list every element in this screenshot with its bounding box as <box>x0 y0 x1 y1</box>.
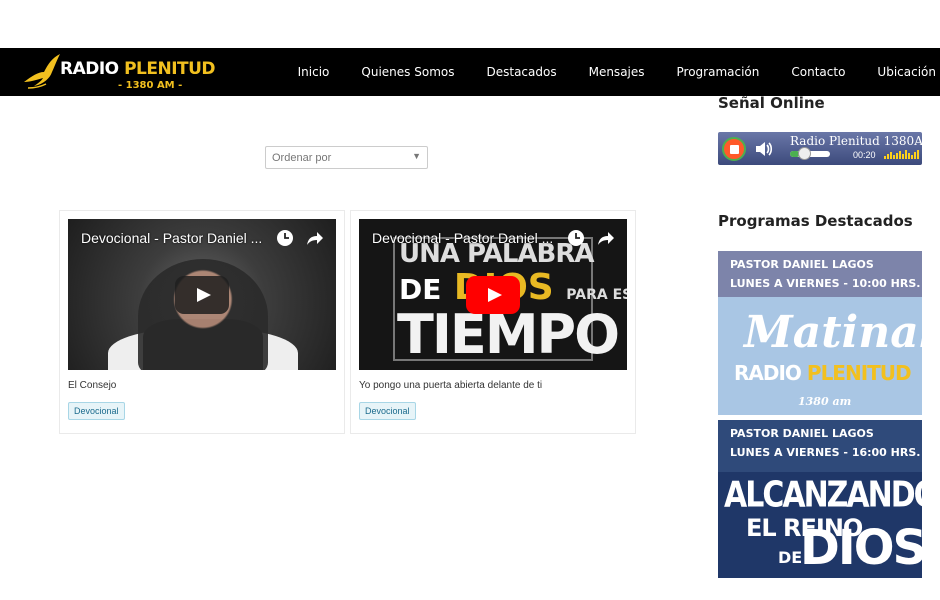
clock-icon[interactable] <box>567 229 585 247</box>
program-subtitle-a: RADIO <box>734 361 802 385</box>
thumb-para-este: PARA ESTE <box>566 287 627 303</box>
radio-player: Radio Plenitud 1380AM 00:20 <box>718 132 935 165</box>
program-title: ALCANZANDO <box>724 474 922 516</box>
volume-slider[interactable] <box>790 147 830 160</box>
video-card: Devocional - Pastor Daniel ... El Consej… <box>59 210 345 434</box>
category-tag[interactable]: Devocional <box>68 402 125 420</box>
logo-plenitud: PLENITUD <box>124 59 216 79</box>
main-menu: Inicio Quienes Somos Destacados Mensajes… <box>298 48 936 96</box>
program-host: PASTOR DANIEL LAGOS <box>730 258 874 271</box>
program-banner-matinal[interactable]: PASTOR DANIEL LAGOS LUNES A VIERNES - 10… <box>718 251 922 415</box>
program-subtitle-b: PLENITUD <box>806 361 912 385</box>
video-thumbnail[interactable]: UNA PALABRA DE DIOS PARA ESTE TIEMPO Dev… <box>359 219 627 370</box>
online-heading: Señal Online <box>718 94 825 112</box>
stop-icon[interactable] <box>722 137 746 161</box>
video-title[interactable]: Devocional - Pastor Daniel ... <box>372 230 562 246</box>
dove-icon <box>24 54 60 89</box>
video-caption[interactable]: El Consejo <box>68 380 116 391</box>
share-icon[interactable] <box>597 229 615 247</box>
program-schedule: LUNES A VIERNES - 16:00 HRS. <box>730 446 921 459</box>
sort-label: Ordenar por <box>272 152 332 164</box>
equalizer-icon <box>884 150 919 159</box>
program-schedule: LUNES A VIERNES - 10:00 HRS. <box>730 277 921 290</box>
nav-destacados[interactable]: Destacados <box>486 65 556 79</box>
program-title-line4: DE <box>778 548 803 567</box>
logo-radio: RADIO <box>60 59 119 79</box>
player-time: 00:20 <box>853 150 876 160</box>
program-subtitle: RADIO PLENITUD <box>734 361 912 385</box>
thumb-de: DE <box>399 273 442 306</box>
video-caption[interactable]: Yo pongo una puerta abierta delante de t… <box>359 380 542 391</box>
category-tag[interactable]: Devocional <box>359 402 416 420</box>
play-icon[interactable] <box>466 275 520 314</box>
play-icon[interactable] <box>175 275 229 314</box>
video-card: UNA PALABRA DE DIOS PARA ESTE TIEMPO Dev… <box>350 210 636 434</box>
sort-select[interactable]: Ordenar por ▼ <box>265 146 428 169</box>
nav-mensajes[interactable]: Mensajes <box>589 65 645 79</box>
program-title-line3: DIOS <box>800 520 922 576</box>
program-title: Matinal <box>744 307 922 358</box>
program-host: PASTOR DANIEL LAGOS <box>730 427 874 440</box>
video-title[interactable]: Devocional - Pastor Daniel ... <box>81 230 271 246</box>
video-thumbnail[interactable]: Devocional - Pastor Daniel ... <box>68 219 336 370</box>
program-banner-alcanzando[interactable]: PASTOR DANIEL LAGOS LUNES A VIERNES - 16… <box>718 420 922 578</box>
page: RADIO PLENITUD - 1380 AM - Inicio Quiene… <box>0 0 940 600</box>
nav-quienes-somos[interactable]: Quienes Somos <box>361 65 454 79</box>
clock-icon[interactable] <box>276 229 294 247</box>
volume-icon[interactable] <box>754 140 774 158</box>
logo-frequency: - 1380 AM - <box>118 80 183 91</box>
caret-down-icon: ▼ <box>412 151 421 161</box>
video-actions <box>567 229 615 247</box>
player-station: Radio Plenitud 1380AM <box>790 134 936 148</box>
share-icon[interactable] <box>306 229 324 247</box>
logo-text: RADIO PLENITUD <box>60 59 216 79</box>
programs-heading: Programas Destacados <box>718 212 913 230</box>
video-actions <box>276 229 324 247</box>
nav-ubicacion[interactable]: Ubicación <box>877 65 936 79</box>
navbar: RADIO PLENITUD - 1380 AM - Inicio Quiene… <box>0 48 940 96</box>
nav-contacto[interactable]: Contacto <box>791 65 845 79</box>
nav-inicio[interactable]: Inicio <box>298 65 330 79</box>
site-logo[interactable]: RADIO PLENITUD - 1380 AM - <box>22 52 216 92</box>
program-frequency: 1380 am <box>798 395 852 408</box>
nav-programacion[interactable]: Programación <box>677 65 760 79</box>
volume-knob[interactable] <box>798 147 811 160</box>
